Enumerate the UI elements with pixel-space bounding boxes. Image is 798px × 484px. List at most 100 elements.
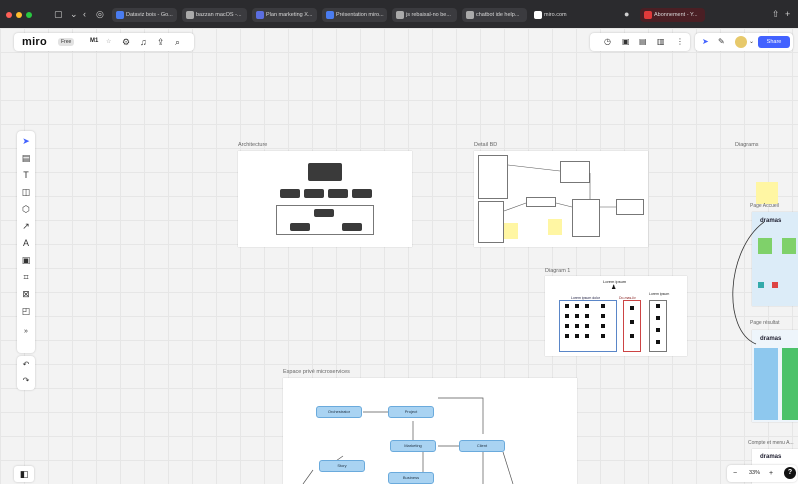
more-icon[interactable]: ⋮	[676, 36, 684, 48]
service-node[interactable]: Client	[459, 440, 505, 452]
select-tool-icon[interactable]: ➤	[17, 135, 35, 147]
undo-icon[interactable]: ↶	[17, 359, 35, 371]
star-icon[interactable]: ☆	[106, 36, 111, 48]
tab-title: js rebaixal-no be...	[406, 12, 451, 18]
node-label: Orchestrator	[327, 409, 351, 414]
templates-icon[interactable]: ▤	[17, 152, 35, 164]
frame-microservices[interactable]: Orchestrator Project Marketing Client St…	[283, 378, 577, 484]
service-node[interactable]: Project	[388, 406, 434, 418]
tab-title: chatbot ide help...	[476, 12, 520, 18]
redo-icon[interactable]: ↷	[17, 375, 35, 387]
back-icon[interactable]: ‹	[83, 9, 86, 19]
youtube-favicon-icon	[644, 11, 652, 19]
creation-toolbar: ➤ ▤ T ◫ ⬡ ↗ A ▣ ⌗ ⊠ ◰ »	[17, 131, 35, 353]
browser-tab-active[interactable]: miro.com	[530, 8, 590, 22]
export-icon[interactable]: ⇪	[157, 36, 165, 48]
diagram-node[interactable]	[290, 223, 310, 231]
zoom-level[interactable]: 33%	[749, 468, 760, 479]
more-tools-icon[interactable]: »	[17, 326, 35, 338]
new-tab-icon[interactable]: +	[785, 9, 790, 19]
cursor-icon[interactable]: ➤	[702, 36, 709, 48]
node-label: Story	[337, 463, 347, 468]
chevron-down-icon[interactable]: ⌄	[749, 36, 754, 48]
settings-icon[interactable]: ⚙	[122, 36, 130, 48]
pen-icon[interactable]: A	[17, 237, 35, 249]
maximize-window-icon[interactable]	[26, 12, 32, 18]
celebrate-icon[interactable]: ✎	[718, 36, 725, 48]
tab-group-icon[interactable]: ◎	[96, 9, 104, 19]
zoom-in-button[interactable]: +	[769, 468, 773, 479]
search-icon[interactable]: ⌕	[175, 36, 180, 48]
mockup-card	[782, 238, 796, 254]
plan-badge[interactable]: Free	[58, 38, 75, 46]
timer-icon[interactable]: ◷	[604, 36, 611, 48]
miro-logo[interactable]: miro	[22, 36, 47, 48]
diagram-node[interactable]	[308, 163, 342, 181]
frame-title[interactable]: Diagram 1	[545, 268, 570, 274]
node-label: Marketing	[404, 443, 422, 448]
apps-icon[interactable]: ◰	[17, 305, 35, 317]
service-node[interactable]: Story	[319, 460, 365, 472]
frame-architecture[interactable]	[238, 151, 412, 247]
node-label: Client	[476, 443, 488, 448]
connector-icon[interactable]: ↗	[17, 220, 35, 232]
browser-tab[interactable]: Abonnement - Y...	[640, 8, 705, 22]
sidebar-toggle-icon[interactable]: ▢	[54, 9, 63, 19]
service-node[interactable]: Orchestrator	[316, 406, 362, 418]
service-node[interactable]: Business	[388, 472, 434, 484]
upload-icon[interactable]: ⊠	[17, 288, 35, 300]
panel-toggle-icon[interactable]: ◧	[14, 466, 34, 482]
frame-title[interactable]: Espace privé microservices	[283, 369, 350, 375]
minimize-window-icon[interactable]	[16, 12, 22, 18]
help-button[interactable]: ?	[784, 467, 796, 479]
zoom-out-button[interactable]: −	[733, 468, 737, 479]
window-controls[interactable]	[6, 12, 32, 18]
diagram-node[interactable]	[304, 189, 324, 198]
frame-diagram-1[interactable]: Lorem ipsum ♟ Lorem ipsum dolor Do-mas-l…	[545, 276, 687, 356]
browser-tab[interactable]: Présentation miro...	[322, 8, 387, 22]
frame-title[interactable]: Diagrams	[735, 142, 759, 148]
frame-title[interactable]: Detail BD	[474, 142, 497, 148]
diagram-node[interactable]	[314, 209, 334, 217]
text-tool-icon[interactable]: T	[17, 169, 35, 181]
sticky-note-icon[interactable]: ◫	[17, 186, 35, 198]
browser-tab[interactable]: js rebaixal-no be...	[392, 8, 457, 22]
mockup-icon	[772, 282, 778, 288]
browser-tab[interactable]: bazzan macOS -...	[182, 8, 247, 22]
tab-title: Plan marketing X...	[266, 12, 313, 18]
diagram-node[interactable]	[280, 189, 300, 198]
share-label: Share	[766, 39, 782, 45]
slides-favicon-icon	[326, 11, 334, 19]
extension-icon[interactable]: ●	[624, 9, 629, 19]
page-label[interactable]: Page Accueil	[750, 203, 779, 209]
frame-title[interactable]: Architecture	[238, 142, 267, 148]
undo-redo-bar: ↶ ↷	[17, 356, 35, 390]
share-button[interactable]: Share	[758, 36, 790, 48]
notes-icon[interactable]: ▥	[657, 36, 665, 48]
close-window-icon[interactable]	[6, 12, 12, 18]
tab-chevron-icon[interactable]: ⌄	[70, 9, 78, 19]
sticky-note[interactable]	[756, 182, 778, 204]
diagram-node[interactable]	[352, 189, 372, 198]
avatar[interactable]	[735, 36, 747, 48]
diagram-node[interactable]	[328, 189, 348, 198]
browser-tab[interactable]: chatbot ide help...	[462, 8, 527, 22]
doc-favicon-icon	[256, 11, 264, 19]
notifications-icon[interactable]: ♫	[140, 36, 147, 48]
shapes-icon[interactable]: ⬡	[17, 203, 35, 215]
node-label: Business	[402, 475, 420, 480]
frame-detail-bd[interactable]	[474, 151, 648, 247]
share-page-icon[interactable]: ⇧	[772, 9, 780, 19]
board-name[interactable]: M1	[90, 38, 98, 44]
browser-tab[interactable]: Plan marketing X...	[252, 8, 317, 22]
diagram-node[interactable]	[342, 223, 362, 231]
frame-tool-icon[interactable]: ⌗	[17, 271, 35, 283]
board-tools-bar: ◷ ▣ ▤ ▥ ⋮	[590, 33, 690, 51]
service-node[interactable]: Marketing	[390, 440, 436, 452]
comment-tool-icon[interactable]: ▣	[17, 254, 35, 266]
comment-icon[interactable]: ▤	[639, 36, 647, 48]
page-label[interactable]: Compte et menu A...	[748, 440, 794, 446]
globe-favicon-icon	[396, 11, 404, 19]
frames-icon[interactable]: ▣	[622, 36, 630, 48]
browser-tab[interactable]: Dataviz bois - Go...	[112, 8, 177, 22]
